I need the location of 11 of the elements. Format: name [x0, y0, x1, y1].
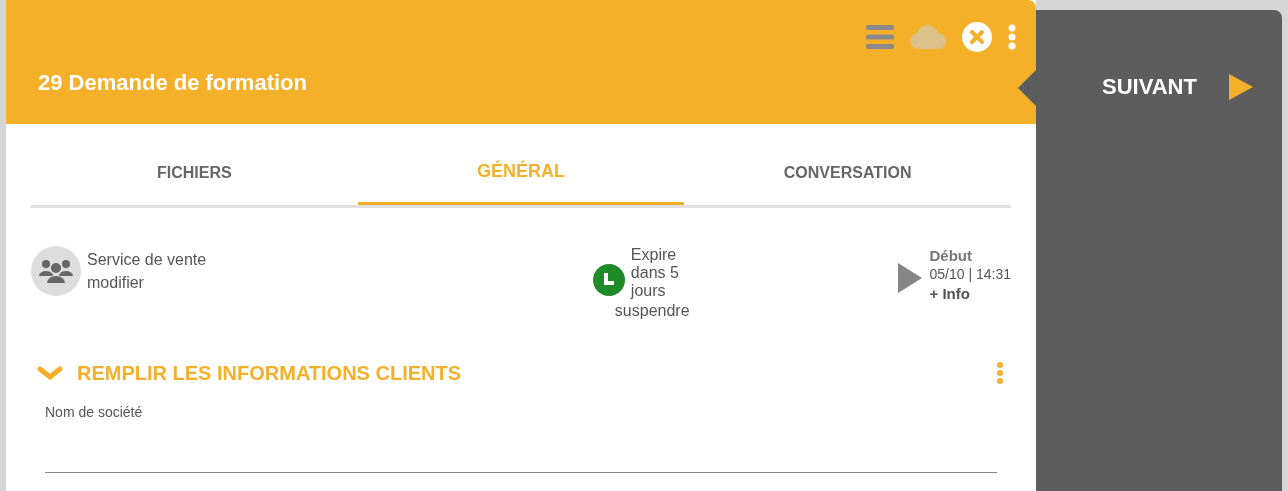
tab[interactable]: CONVERSATION	[684, 140, 1011, 205]
info-link[interactable]: + Info	[929, 284, 1011, 303]
start-label: Début	[929, 246, 973, 265]
modify-link[interactable]: modifier	[87, 271, 207, 294]
group-name: Service de vente	[87, 250, 207, 270]
start-datetime: 05/10 | 14:31	[929, 265, 1011, 284]
suspend-link[interactable]: suspendre	[614, 302, 691, 320]
field-label: Nom de société	[45, 403, 144, 422]
next-button[interactable]: SUIVANT	[1102, 70, 1253, 103]
window-title: 29 Demande de formation	[38, 69, 307, 97]
tab[interactable]: FICHIERS	[31, 140, 358, 205]
